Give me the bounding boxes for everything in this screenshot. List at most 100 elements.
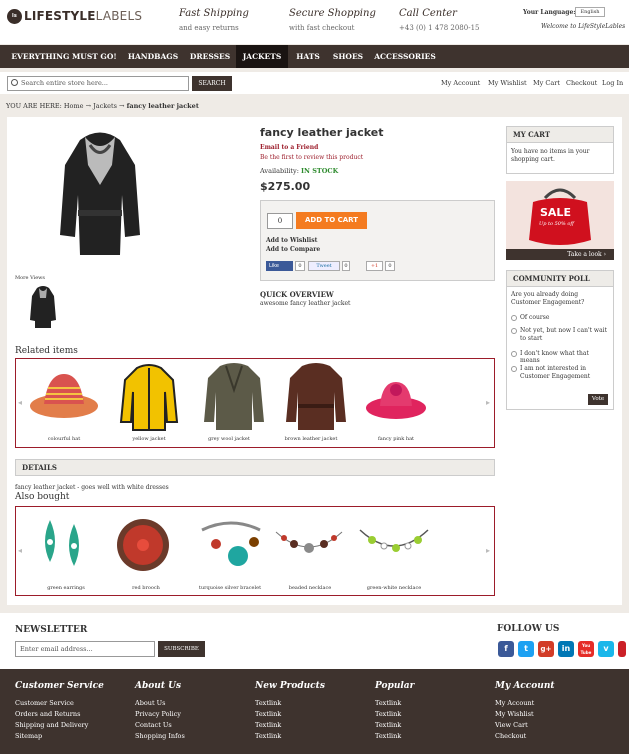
chevron-right-icon[interactable]: ▸ (486, 546, 490, 555)
link-my-cart[interactable]: My Cart (533, 79, 560, 87)
qty-input[interactable]: 0 (267, 213, 293, 229)
breadcrumb-cat[interactable]: Jackets (93, 102, 117, 110)
breadcrumb-sep: → (119, 102, 125, 110)
facebook-icon[interactable]: f (498, 641, 514, 657)
caption-beaded-necklace[interactable]: beaded necklace (274, 585, 346, 591)
link-checkout[interactable]: Checkout (566, 79, 597, 87)
footer-link[interactable]: Textlink (255, 710, 281, 718)
poll-option-3[interactable]: I don't know what that means (520, 350, 608, 364)
product-thumb-brown-leather-jacket[interactable] (280, 360, 352, 435)
product-thumb-beaded-necklace[interactable] (274, 522, 344, 562)
linkedin-icon[interactable]: in (558, 641, 574, 657)
quick-overview-title: QUICK OVERVIEW (260, 290, 334, 299)
poll-option-1[interactable]: Of course (520, 314, 608, 321)
caption-fancy-pink-hat[interactable]: fancy pink hat (360, 436, 432, 442)
subscribe-button[interactable]: SUBSCRIBE (158, 641, 205, 657)
gplus-icon[interactable]: g+ (538, 641, 554, 657)
product-thumb-fancy-pink-hat[interactable] (360, 370, 432, 425)
poll-radio[interactable] (511, 328, 517, 334)
footer-link[interactable]: About Us (135, 699, 165, 707)
caption-green-white-necklace[interactable]: green-white necklace (358, 585, 430, 591)
footer-link[interactable]: Customer Service (15, 699, 74, 707)
footer-link[interactable]: Sitemap (15, 732, 42, 740)
review-link[interactable]: Be the first to review this product (260, 154, 363, 161)
nav-hats[interactable]: HATS (290, 45, 326, 68)
nav-handbags[interactable]: HANDBAGS (122, 45, 184, 68)
chevron-right-icon[interactable]: ▸ (486, 398, 490, 407)
footer-link[interactable]: Shipping and Delivery (15, 721, 88, 729)
nav-everything-must-go[interactable]: EVERYTHING MUST GO! (8, 45, 120, 68)
footer-link[interactable]: Privacy Policy (135, 710, 181, 718)
product-thumb-grey-wool-jacket[interactable] (198, 360, 270, 435)
poll-radio[interactable] (511, 315, 517, 321)
footer-link[interactable]: My Wishlist (495, 710, 534, 718)
add-to-cart-button[interactable]: ADD TO CART (296, 212, 367, 229)
footer-link[interactable]: Textlink (255, 721, 281, 729)
promo-title-secure: Secure Shopping (289, 8, 376, 19)
pinterest-icon[interactable] (618, 641, 626, 657)
product-image[interactable] (40, 125, 160, 270)
product-thumb-turquoise-silver-bracelet[interactable] (196, 514, 266, 576)
like-count: 0 (295, 261, 305, 271)
newsletter-email-input[interactable]: Enter email address... (15, 641, 155, 657)
gplus-button[interactable]: +1 (366, 261, 383, 271)
language-select[interactable]: English (575, 7, 605, 17)
product-thumb-green-earrings[interactable] (32, 512, 92, 582)
nav-jackets[interactable]: JACKETS (236, 45, 288, 68)
breadcrumb-sep: → (85, 102, 92, 110)
nav-shoes[interactable]: SHOES (328, 45, 368, 68)
footer-link[interactable]: Textlink (375, 710, 401, 718)
link-my-wishlist[interactable]: My Wishlist (488, 79, 527, 87)
footer-link[interactable]: Checkout (495, 732, 526, 740)
vote-button[interactable]: Vote (588, 394, 608, 405)
youtube-icon[interactable]: You Tube (578, 641, 594, 657)
link-my-account[interactable]: My Account (441, 79, 480, 87)
poll-radio[interactable] (511, 366, 517, 372)
thumbnail-jacket[interactable] (26, 284, 60, 334)
caption-yellow-jacket[interactable]: yellow jacket (113, 436, 185, 442)
footer-link[interactable]: Contact Us (135, 721, 172, 729)
add-to-compare-link[interactable]: Add to Compare (266, 246, 320, 253)
product-thumb-colourful-hat[interactable] (28, 366, 100, 426)
search-button[interactable]: SEARCH (192, 76, 232, 91)
poll-radio[interactable] (511, 351, 517, 357)
poll-option-2[interactable]: Not yet, but now I can't wait to start (520, 327, 608, 343)
chevron-left-icon[interactable]: ◂ (18, 546, 22, 555)
search-input[interactable]: Search entire store here... (7, 76, 189, 91)
email-friend-link[interactable]: Email to a Friend (260, 144, 318, 151)
gplus-count: 0 (385, 261, 395, 271)
link-login[interactable]: Log In (602, 79, 623, 87)
product-thumb-red-brooch[interactable] (113, 512, 173, 578)
footer-heading-about-us: About Us (135, 681, 182, 691)
caption-turquoise-silver-bracelet[interactable]: turquoise silver bracelet (194, 585, 266, 591)
product-thumb-green-white-necklace[interactable] (356, 520, 432, 564)
nav-dresses[interactable]: DRESSES (186, 45, 234, 68)
chevron-left-icon[interactable]: ◂ (18, 398, 22, 407)
footer-link[interactable]: Textlink (255, 732, 281, 740)
caption-brown-leather-jacket[interactable]: brown leather jacket (275, 436, 347, 442)
caption-green-earrings[interactable]: green earrings (30, 585, 102, 591)
footer-link[interactable]: View Cart (495, 721, 528, 729)
footer-link[interactable]: Textlink (375, 721, 401, 729)
nav-accessories[interactable]: ACCESSORIES (370, 45, 440, 68)
caption-colourful-hat[interactable]: colourful hat (28, 436, 100, 442)
footer-link[interactable]: Shopping Infos (135, 732, 185, 740)
caption-grey-wool-jacket[interactable]: grey wool jacket (193, 436, 265, 442)
add-to-wishlist-link[interactable]: Add to Wishlist (266, 237, 317, 244)
twitter-icon[interactable]: t (518, 641, 534, 657)
footer-link[interactable]: Textlink (375, 732, 401, 740)
poll-option-4[interactable]: I am not interested in Customer Engageme… (520, 365, 608, 381)
footer-link[interactable]: Textlink (375, 699, 401, 707)
footer-link[interactable]: My Account (495, 699, 534, 707)
breadcrumb-home[interactable]: Home (64, 102, 84, 110)
vimeo-icon[interactable]: v (598, 641, 614, 657)
logo[interactable]: ls LIFESTYLELABELS (7, 9, 142, 24)
footer-link[interactable]: Orders and Returns (15, 710, 80, 718)
caption-red-brooch[interactable]: red brooch (110, 585, 182, 591)
product-thumb-yellow-jacket[interactable] (113, 362, 185, 434)
take-a-look-link[interactable]: Take a look › (506, 249, 614, 260)
promo-sub-shipping: and easy returns (179, 24, 239, 32)
tweet-button[interactable]: Tweet (308, 261, 340, 271)
facebook-like-button[interactable]: Like (266, 261, 293, 271)
footer-link[interactable]: Textlink (255, 699, 281, 707)
